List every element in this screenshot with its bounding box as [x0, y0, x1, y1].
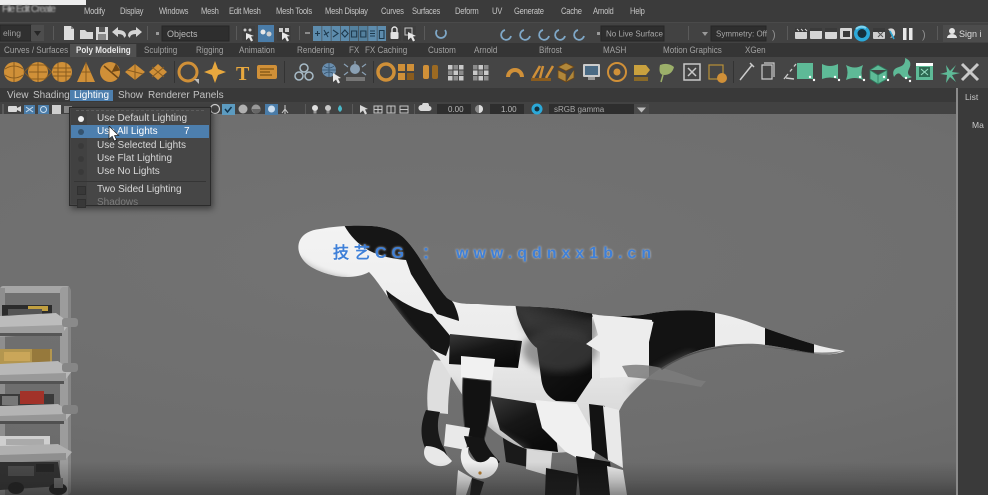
- svg-text:Sign i: Sign i: [959, 29, 982, 39]
- svg-text:1.00: 1.00: [501, 105, 517, 114]
- svg-text:Symmetry: Off: Symmetry: Off: [716, 30, 768, 39]
- svg-text:eling: eling: [3, 28, 21, 38]
- svg-text:): ): [922, 29, 926, 41]
- svg-text:): ): [772, 29, 776, 41]
- svg-text:T: T: [236, 63, 250, 85]
- svg-text:sRGB gamma: sRGB gamma: [554, 105, 605, 114]
- svg-text:0.00: 0.00: [448, 105, 464, 114]
- svg-text:Objects: Objects: [167, 29, 198, 39]
- svg-text:No Live Surface: No Live Surface: [606, 30, 663, 39]
